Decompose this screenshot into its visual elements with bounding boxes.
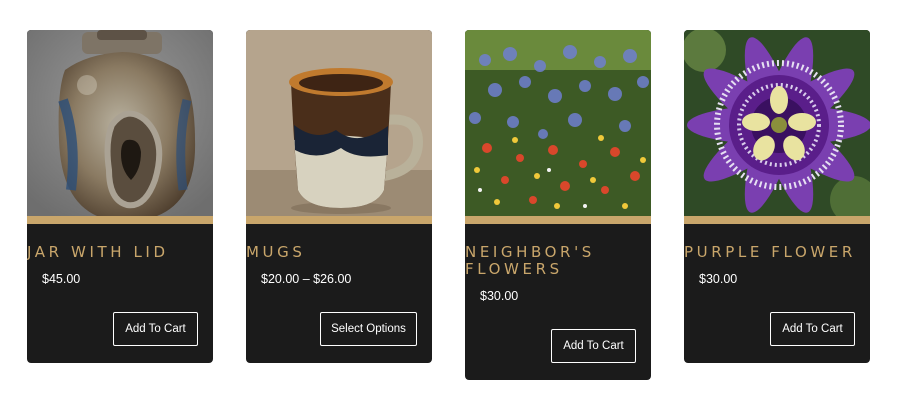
accent-bar (465, 216, 651, 224)
product-title[interactable]: Jar With Lid (27, 244, 213, 261)
product-title[interactable]: Neighbor's Flowers (465, 244, 651, 278)
product-price: $30.00 (699, 272, 738, 286)
add-to-cart-button[interactable]: Add To Cart (113, 312, 198, 346)
product-image[interactable] (684, 30, 870, 216)
accent-bar (27, 216, 213, 224)
product-card: Purple Flower $30.00 Add To Cart (684, 30, 870, 363)
product-image[interactable] (465, 30, 651, 216)
add-to-cart-button[interactable]: Add To Cart (770, 312, 855, 346)
accent-bar (684, 216, 870, 224)
product-price: $30.00 (480, 289, 519, 303)
mug-image (246, 30, 432, 216)
product-price: $20.00 – $26.00 (261, 272, 352, 286)
product-title[interactable]: Purple Flower (684, 244, 870, 261)
select-options-button[interactable]: Select Options (320, 312, 417, 346)
product-card: Jar With Lid $45.00 Add To Cart (27, 30, 213, 363)
product-image[interactable] (246, 30, 432, 216)
product-card: Mugs $20.00 – $26.00 Select Options (246, 30, 432, 363)
flowers-image (465, 30, 651, 216)
product-card: Neighbor's Flowers $30.00 Add To Cart (465, 30, 651, 380)
accent-bar (246, 216, 432, 224)
add-to-cart-button[interactable]: Add To Cart (551, 329, 636, 363)
jar-image (27, 30, 213, 216)
product-title[interactable]: Mugs (246, 244, 432, 261)
product-price: $45.00 (42, 272, 81, 286)
product-image[interactable] (27, 30, 213, 216)
purple-flower-image (684, 30, 870, 216)
